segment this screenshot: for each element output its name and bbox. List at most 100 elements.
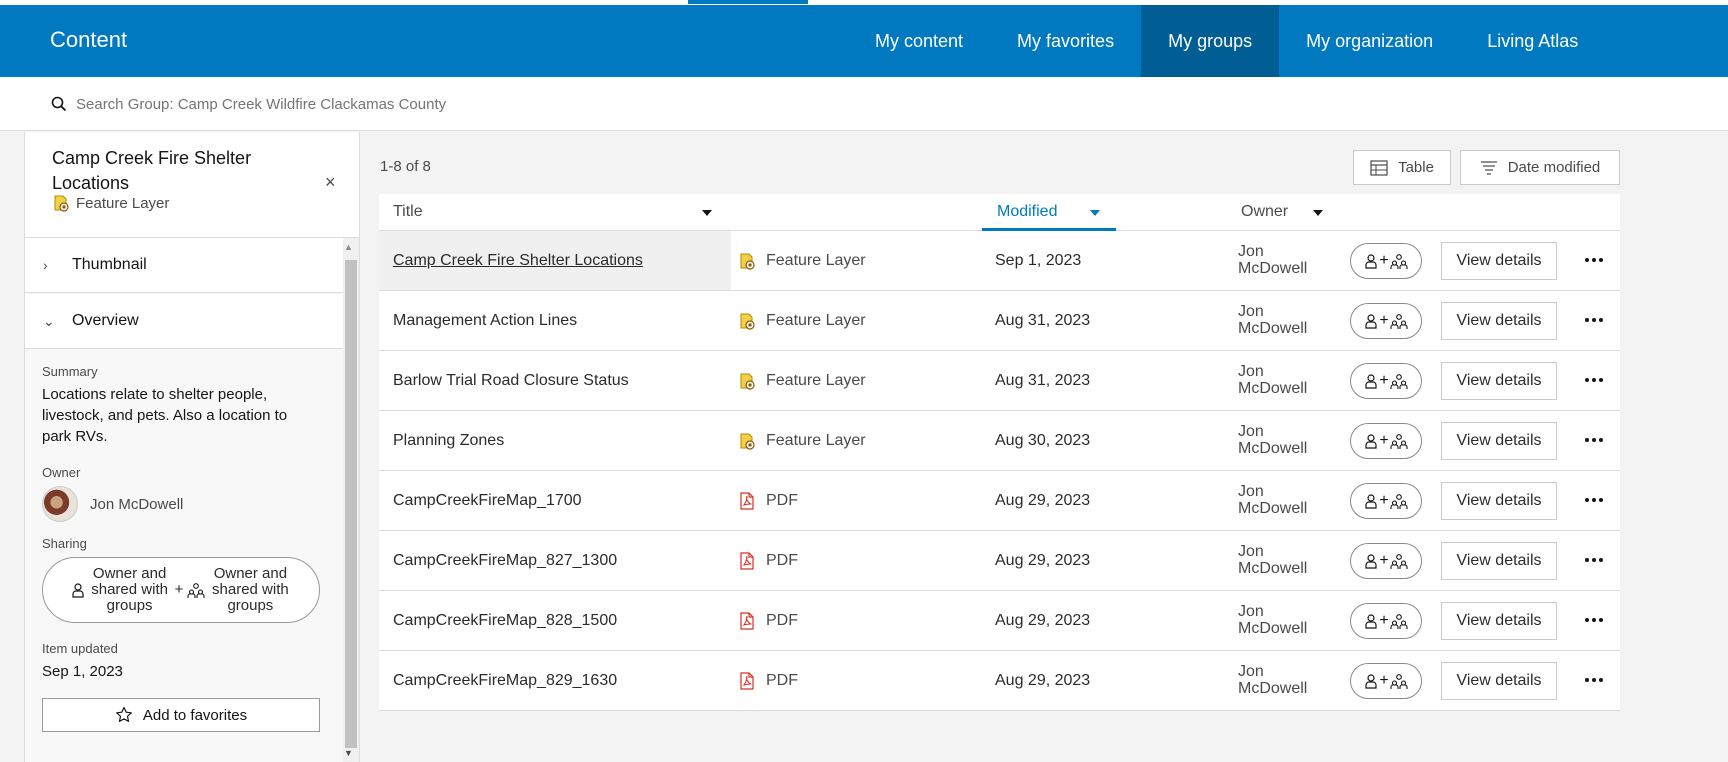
row-owner-last: McDowell: [1238, 320, 1308, 337]
nav-my-content[interactable]: My content: [848, 5, 990, 77]
sort-icon: [1480, 160, 1497, 175]
sharing-owner-text: Owner and shared with groups: [91, 565, 168, 614]
row-owner-first: Jon: [1238, 363, 1264, 380]
row-owner: Jon McDowell: [1238, 543, 1328, 577]
row-title-cell[interactable]: Management Action Lines: [379, 291, 731, 350]
row-modified-date: Aug 31, 2023: [995, 311, 1091, 329]
row-sharing-badge[interactable]: +: [1350, 603, 1422, 639]
row-title-cell[interactable]: Planning Zones: [379, 411, 731, 470]
row-title-link[interactable]: CampCreekFireMap_828_1500: [393, 612, 617, 630]
modified-sort-caret-icon[interactable]: [1090, 210, 1100, 216]
row-sharing-badge[interactable]: +: [1350, 543, 1422, 579]
row-title-link[interactable]: Planning Zones: [393, 432, 504, 450]
close-icon[interactable]: ×: [325, 172, 336, 193]
scroll-up-arrow-icon[interactable]: ▲: [344, 242, 353, 252]
chevron-right-icon: ›: [43, 257, 48, 273]
row-type-label: Feature Layer: [766, 311, 866, 329]
table-row[interactable]: Planning Zones Feature Layer Aug 30, 2023 J…: [379, 411, 1620, 471]
nav-my-organization[interactable]: My organization: [1279, 5, 1460, 77]
table-view-button[interactable]: Table: [1353, 150, 1451, 185]
feature-layer-icon: [740, 313, 755, 330]
owner-icon: [1365, 554, 1377, 569]
row-title-cell[interactable]: Barlow Trial Road Closure Status: [379, 351, 731, 410]
table-row[interactable]: Management Action Lines Feature Layer Aug …: [379, 291, 1620, 351]
groups-icon: [1390, 254, 1408, 269]
row-title-link[interactable]: CampCreekFireMap_829_1630: [393, 672, 617, 690]
row-title-cell[interactable]: Camp Creek Fire Shelter Locations: [379, 231, 731, 290]
table-row[interactable]: CampCreekFireMap_1700 PDF Aug 29, 2023 Jon M…: [379, 471, 1620, 531]
more-options-icon[interactable]: [1582, 548, 1606, 572]
view-details-button[interactable]: View details: [1441, 542, 1557, 580]
more-options-icon[interactable]: [1582, 248, 1606, 272]
row-sharing-badge[interactable]: +: [1350, 243, 1422, 279]
table-row[interactable]: CampCreekFireMap_828_1500 PDF Aug 29, 2023…: [379, 591, 1620, 651]
owner-icon: [1365, 314, 1377, 329]
app-header: Content My content My favorites My group…: [0, 5, 1728, 77]
row-title-link[interactable]: CampCreekFireMap_827_1300: [393, 552, 617, 570]
overview-section-toggle[interactable]: ⌄ Overview: [25, 294, 343, 349]
more-options-icon[interactable]: [1582, 608, 1606, 632]
more-options-icon[interactable]: [1582, 308, 1606, 332]
title-sort-caret-icon[interactable]: [702, 210, 712, 216]
column-header-modified[interactable]: Modified: [997, 203, 1057, 221]
table-row[interactable]: CampCreekFireMap_829_1630 PDF Aug 29, 2023…: [379, 651, 1620, 711]
view-details-button[interactable]: View details: [1441, 602, 1557, 640]
pdf-icon: [740, 551, 754, 570]
details-item-type: Feature Layer: [52, 194, 169, 212]
row-owner-first: Jon: [1238, 483, 1264, 500]
row-sharing-badge[interactable]: +: [1350, 423, 1422, 459]
owner-sort-caret-icon[interactable]: [1313, 210, 1323, 216]
feature-layer-icon: [740, 373, 755, 390]
table-row[interactable]: Barlow Trial Road Closure Status Feature …: [379, 351, 1620, 411]
scroll-down-arrow-icon[interactable]: ▼: [344, 748, 353, 758]
row-sharing-badge[interactable]: +: [1350, 483, 1422, 519]
row-type-label: Feature Layer: [766, 251, 866, 269]
sort-button[interactable]: Date modified: [1460, 150, 1620, 185]
row-title-cell[interactable]: CampCreekFireMap_827_1300: [379, 531, 731, 590]
owner-icon: [1365, 494, 1377, 509]
row-title-link[interactable]: Management Action Lines: [393, 312, 577, 330]
nav-living-atlas[interactable]: Living Atlas: [1460, 5, 1605, 77]
share-plus: +: [1379, 552, 1389, 569]
row-title-link[interactable]: Camp Creek Fire Shelter Locations: [393, 252, 643, 270]
row-title-cell[interactable]: CampCreekFireMap_829_1630: [379, 651, 731, 710]
feature-layer-icon: [740, 433, 755, 450]
share-plus: +: [1379, 372, 1389, 389]
row-title-cell[interactable]: CampCreekFireMap_1700: [379, 471, 731, 530]
details-item-type-label: Feature Layer: [76, 194, 170, 212]
row-title-cell[interactable]: CampCreekFireMap_828_1500: [379, 591, 731, 650]
table-row[interactable]: CampCreekFireMap_827_1300 PDF Aug 29, 2023…: [379, 531, 1620, 591]
view-details-button[interactable]: View details: [1441, 422, 1557, 460]
row-modified-date: Aug 31, 2023: [995, 371, 1091, 389]
view-details-button[interactable]: View details: [1441, 302, 1557, 340]
row-sharing-badge[interactable]: +: [1350, 303, 1422, 339]
view-details-button[interactable]: View details: [1441, 242, 1557, 280]
row-modified-date: Sep 1, 2023: [995, 251, 1082, 269]
search-input[interactable]: [76, 91, 776, 117]
owner-label: Owner: [42, 465, 81, 480]
row-sharing-badge[interactable]: +: [1350, 663, 1422, 699]
nav-my-favorites[interactable]: My favorites: [990, 5, 1141, 77]
nav-my-groups[interactable]: My groups: [1141, 5, 1280, 77]
details-scrollbar-thumb[interactable]: [345, 260, 357, 748]
row-title-link[interactable]: Barlow Trial Road Closure Status: [393, 372, 629, 390]
more-options-icon[interactable]: [1582, 368, 1606, 392]
more-options-icon[interactable]: [1582, 488, 1606, 512]
view-details-button[interactable]: View details: [1441, 662, 1557, 700]
column-header-title[interactable]: Title: [393, 203, 423, 221]
row-owner-last: McDowell: [1238, 560, 1308, 577]
table-row[interactable]: Camp Creek Fire Shelter Locations Feature…: [379, 231, 1620, 291]
more-options-icon[interactable]: [1582, 668, 1606, 692]
owner-name: Jon McDowell: [90, 495, 184, 513]
row-owner-first: Jon: [1238, 603, 1264, 620]
row-title-link[interactable]: CampCreekFireMap_1700: [393, 492, 582, 510]
more-options-icon[interactable]: [1582, 428, 1606, 452]
column-header-owner[interactable]: Owner: [1241, 203, 1288, 221]
view-details-button[interactable]: View details: [1441, 482, 1557, 520]
row-sharing-badge[interactable]: +: [1350, 363, 1422, 399]
view-details-button[interactable]: View details: [1441, 362, 1557, 400]
thumbnail-section-toggle[interactable]: › Thumbnail: [25, 238, 343, 293]
sharing-status-pill[interactable]: Owner and shared with groups + Owner and…: [42, 557, 320, 623]
add-to-favorites-button[interactable]: Add to favorites: [42, 698, 320, 732]
content-nav: My content My favorites My groups My org…: [848, 5, 1605, 77]
